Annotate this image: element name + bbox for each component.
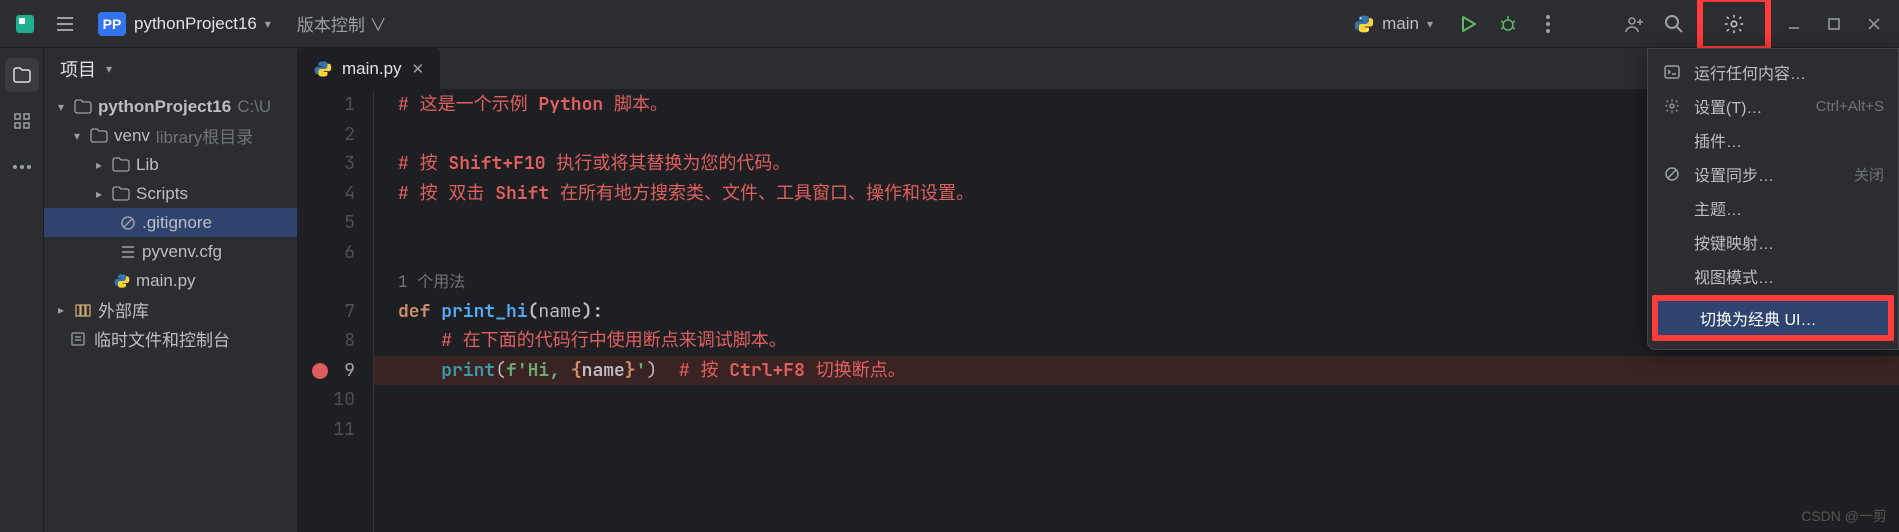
- tree-gitignore[interactable]: .gitignore: [44, 208, 297, 237]
- structure-tool-button[interactable]: [5, 104, 39, 138]
- tree-lib[interactable]: ▸ Lib: [44, 150, 297, 179]
- project-panel-header[interactable]: 项目 ▾: [44, 48, 297, 90]
- line-gutter: 1 2 3 4 5 6 7 8 9 10 11: [298, 90, 374, 532]
- menu-sync[interactable]: 设置同步… 关闭: [1648, 157, 1898, 191]
- chevron-down-icon: ▾: [106, 62, 112, 76]
- project-name-dropdown[interactable]: PP pythonProject16 ▾: [88, 8, 281, 40]
- menu-viewmode[interactable]: 视图模式…: [1648, 259, 1898, 293]
- run-button[interactable]: [1451, 7, 1485, 41]
- project-tree: ▾ pythonProject16 C:\U ▾ venv library根目录…: [44, 90, 297, 532]
- menu-settings[interactable]: 设置(T)… Ctrl+Alt+S: [1648, 89, 1898, 123]
- settings-button-highlighted[interactable]: [1697, 0, 1771, 52]
- vcs-dropdown[interactable]: 版本控制 ∨: [287, 11, 397, 36]
- chevron-down-icon: ▾: [1427, 17, 1433, 31]
- search-button[interactable]: [1657, 7, 1691, 41]
- terminal-icon: [1662, 65, 1682, 79]
- sync-off-icon: [1662, 166, 1682, 182]
- left-tool-rail: [0, 48, 44, 532]
- menu-keymap[interactable]: 按键映射…: [1648, 225, 1898, 259]
- tree-scratches[interactable]: 临时文件和控制台: [44, 324, 297, 353]
- breakpoint-marker[interactable]: [312, 363, 328, 379]
- app-logo: [8, 7, 42, 41]
- menu-classic-ui-highlighted: 切换为经典 UI…: [1652, 295, 1894, 341]
- more-actions-button[interactable]: [1531, 7, 1565, 41]
- close-window-button[interactable]: [1857, 7, 1891, 41]
- run-config-label: main: [1382, 14, 1419, 34]
- tree-venv[interactable]: ▾ venv library根目录: [44, 121, 297, 150]
- project-name-label: pythonProject16: [134, 14, 257, 34]
- close-tab-button[interactable]: ✕: [412, 60, 425, 78]
- python-icon: [1354, 14, 1374, 34]
- code-with-me-button[interactable]: [1617, 7, 1651, 41]
- python-icon: [314, 60, 332, 78]
- project-panel: 项目 ▾ ▾ pythonProject16 C:\U ▾ venv libra…: [44, 48, 298, 532]
- tree-scripts[interactable]: ▸ Scripts: [44, 179, 297, 208]
- menu-classic-ui[interactable]: 切换为经典 UI…: [1658, 301, 1888, 335]
- gear-icon: [1662, 98, 1682, 114]
- maximize-button[interactable]: [1817, 7, 1851, 41]
- tree-root[interactable]: ▾ pythonProject16 C:\U: [44, 92, 297, 121]
- panel-title: 项目: [60, 56, 96, 82]
- tree-main-py[interactable]: main.py: [44, 266, 297, 295]
- tree-external-libs[interactable]: ▸ 外部库: [44, 295, 297, 324]
- debug-button[interactable]: [1491, 7, 1525, 41]
- menu-theme[interactable]: 主题…: [1648, 191, 1898, 225]
- project-badge-icon: PP: [98, 12, 126, 36]
- settings-menu: 运行任何内容… 设置(T)… Ctrl+Alt+S 插件… 设置同步… 关闭 主…: [1647, 48, 1899, 350]
- tab-label: main.py: [342, 59, 402, 79]
- menu-plugins[interactable]: 插件…: [1648, 123, 1898, 157]
- menu-run-anything[interactable]: 运行任何内容…: [1648, 55, 1898, 89]
- run-config-dropdown[interactable]: main ▾: [1342, 10, 1445, 38]
- chevron-down-icon: ▾: [265, 17, 271, 31]
- more-tool-button[interactable]: [5, 150, 39, 184]
- minimize-button[interactable]: [1777, 7, 1811, 41]
- project-tool-button[interactable]: [5, 58, 39, 92]
- watermark: CSDN @一剪: [1801, 506, 1887, 526]
- top-toolbar: PP pythonProject16 ▾ 版本控制 ∨ main ▾: [0, 0, 1899, 48]
- main-menu-button[interactable]: [48, 7, 82, 41]
- tree-pyvenv[interactable]: pyvenv.cfg: [44, 237, 297, 266]
- tab-main-py[interactable]: main.py ✕: [298, 48, 440, 89]
